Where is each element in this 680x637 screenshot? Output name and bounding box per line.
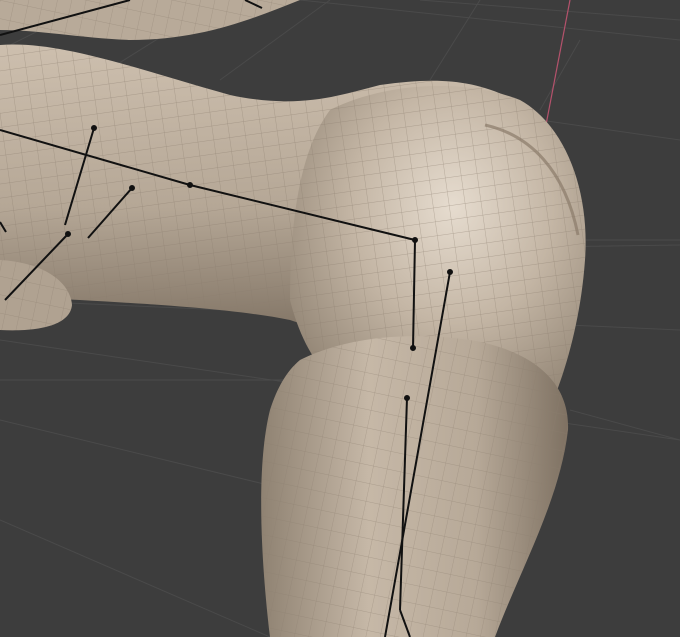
joint-thigh-top xyxy=(447,269,453,275)
3d-viewport[interactable] xyxy=(0,0,680,637)
joint-wrist xyxy=(65,231,71,237)
viewport-canvas[interactable] xyxy=(0,0,680,637)
joint-knee xyxy=(404,395,410,401)
joint-pelvis xyxy=(412,237,418,243)
joint-hip xyxy=(410,345,416,351)
joint-spine xyxy=(187,182,193,188)
joint-shoulder xyxy=(91,125,97,131)
joint-elbow xyxy=(129,185,135,191)
